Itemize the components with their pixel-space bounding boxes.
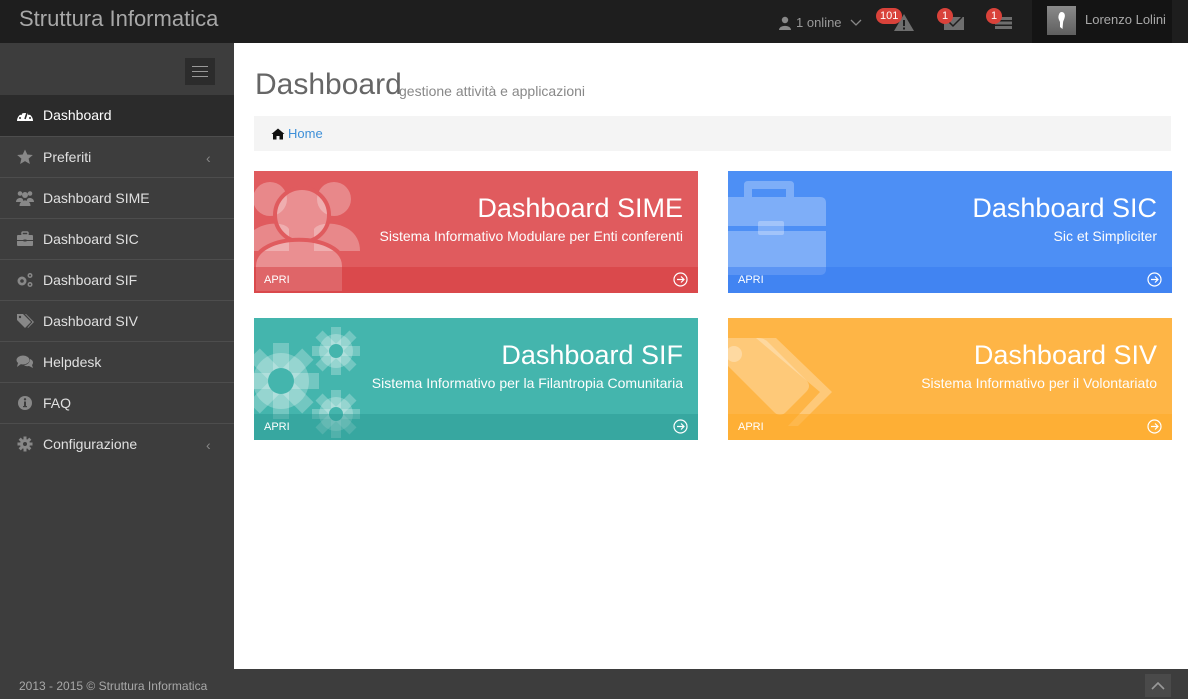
hamburger-line — [192, 76, 208, 77]
sidebar-item-dashboard-sif[interactable]: Dashboard SIF — [0, 259, 234, 300]
sidebar-item-label: FAQ — [43, 395, 72, 411]
user-name: Lorenzo Lolini — [1085, 12, 1166, 27]
tile-title: Dashboard SIC — [972, 193, 1157, 223]
sidebar-item-label: Configurazione — [43, 436, 138, 452]
tachometer-icon — [17, 110, 33, 121]
tags-icon — [17, 314, 34, 328]
page-title: Dashboard — [255, 68, 402, 101]
sidebar-item-label: Preferiti — [43, 149, 92, 165]
tile-footer-open-link[interactable]: APRI — [254, 414, 698, 440]
tile-open-label: APRI — [264, 274, 290, 286]
chevron-left-icon: ‹ — [206, 150, 211, 166]
tile-dashboard-sif[interactable]: Dashboard SIF Sistema Informativo per la… — [254, 318, 698, 440]
sidebar-item-dashboard-sic[interactable]: Dashboard SIC — [0, 218, 234, 259]
user-menu[interactable]: Lorenzo Lolini — [1032, 0, 1172, 43]
sidebar-item-configurazione[interactable]: Configurazione ‹ — [0, 423, 234, 464]
tile-title: Dashboard SIV — [973, 340, 1157, 370]
tile-footer-open-link[interactable]: APRI — [728, 267, 1172, 293]
sidebar-item-label: Dashboard SIC — [43, 231, 139, 247]
chevron-up-icon — [1151, 681, 1165, 690]
sidebar-item-dashboard-sime[interactable]: Dashboard SIME — [0, 177, 234, 218]
top-navbar: Struttura Informatica 1 online 101 1 1 L… — [0, 0, 1188, 43]
breadcrumb-home-link[interactable]: Home — [271, 126, 323, 141]
main-content: Dashboard gestione attività e applicazio… — [234, 43, 1188, 669]
arrow-circle-right-icon — [1147, 419, 1162, 434]
users-icon — [16, 191, 34, 206]
copyright-text: 2013 - 2015 © Struttura Informatica — [19, 679, 208, 693]
tile-footer-open-link[interactable]: APRI — [254, 267, 698, 293]
chevron-left-icon: ‹ — [206, 437, 211, 453]
brand-logo[interactable]: Struttura Informatica — [19, 6, 218, 32]
sidebar-item-dashboard-siv[interactable]: Dashboard SIV — [0, 300, 234, 341]
hamburger-line — [192, 71, 208, 72]
sidebar-item-dashboard[interactable]: Dashboard — [0, 95, 234, 136]
scroll-to-top-button[interactable] — [1145, 674, 1171, 697]
sidebar-item-label: Dashboard SIV — [43, 313, 138, 329]
sidebar-item-preferiti[interactable]: Preferiti ‹ — [0, 136, 234, 177]
breadcrumb: Home — [254, 116, 1171, 151]
comments-icon — [16, 355, 34, 368]
user-silhouette-icon — [1058, 12, 1065, 29]
home-icon — [271, 128, 285, 139]
arrow-circle-right-icon — [673, 419, 688, 434]
sidebar-item-label: Dashboard SIME — [43, 190, 150, 206]
page-footer: 2013 - 2015 © Struttura Informatica — [0, 669, 1188, 699]
online-users-label: 1 online — [796, 15, 842, 30]
messages-count-badge: 1 — [937, 8, 953, 24]
tile-dashboard-sic[interactable]: Dashboard SIC Sic et Simpliciter APRI — [728, 171, 1172, 293]
chevron-down-icon — [850, 19, 862, 26]
alerts-count-badge: 101 — [876, 8, 903, 24]
arrow-circle-right-icon — [1147, 272, 1162, 287]
tile-title: Dashboard SIME — [477, 193, 683, 223]
avatar — [1047, 6, 1076, 35]
sidebar-item-label: Dashboard — [43, 107, 112, 123]
tile-subtitle: Sic et Simpliciter — [1053, 228, 1157, 244]
online-users-dropdown[interactable]: 1 online — [778, 15, 862, 30]
sidebar: Dashboard Preferiti ‹ Dashboard SIME Das… — [0, 43, 234, 669]
sidebar-item-label: Helpdesk — [43, 354, 102, 370]
breadcrumb-home-label: Home — [288, 126, 323, 141]
tile-open-label: APRI — [264, 421, 290, 433]
hamburger-line — [192, 66, 208, 67]
tile-footer-open-link[interactable]: APRI — [728, 414, 1172, 440]
cogs-icon — [17, 273, 33, 287]
tile-title: Dashboard SIF — [501, 340, 683, 370]
tile-dashboard-sime[interactable]: Dashboard SIME Sistema Informativo Modul… — [254, 171, 698, 293]
tile-subtitle: Sistema Informativo per la Filantropia C… — [371, 375, 683, 391]
tile-subtitle: Sistema Informativo per il Volontariato — [921, 375, 1157, 391]
page-subtitle: gestione attività e applicazioni — [399, 83, 586, 99]
tile-open-label: APRI — [738, 421, 764, 433]
sidebar-menu: Dashboard Preferiti ‹ Dashboard SIME Das… — [0, 95, 234, 464]
tile-open-label: APRI — [738, 274, 764, 286]
sidebar-toggle-button[interactable] — [185, 58, 215, 85]
tasks-count-badge: 1 — [986, 8, 1002, 24]
star-icon — [17, 149, 33, 164]
info-icon — [18, 396, 32, 410]
user-icon — [779, 16, 791, 30]
sidebar-item-helpdesk[interactable]: Helpdesk — [0, 341, 234, 382]
arrow-circle-right-icon — [673, 272, 688, 287]
tile-dashboard-siv[interactable]: Dashboard SIV Sistema Informativo per il… — [728, 318, 1172, 440]
tile-subtitle: Sistema Informativo Modulare per Enti co… — [379, 228, 683, 244]
sidebar-item-faq[interactable]: FAQ — [0, 382, 234, 423]
sidebar-item-label: Dashboard SIF — [43, 272, 138, 288]
gear-icon — [17, 436, 33, 452]
briefcase-icon — [17, 231, 33, 246]
